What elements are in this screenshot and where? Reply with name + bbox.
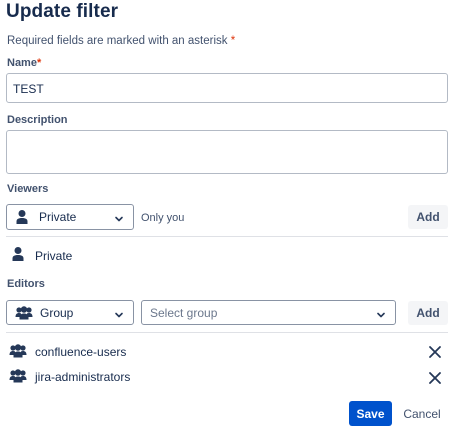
chevron-down-icon	[376, 309, 386, 323]
add-editor-button[interactable]: Add	[408, 301, 448, 325]
editors-type-select[interactable]: Group	[6, 300, 134, 325]
chevron-down-icon	[114, 309, 124, 323]
required-star: *	[230, 35, 236, 47]
name-field[interactable]: TEST	[6, 73, 448, 103]
name-required-star: *	[36, 57, 42, 69]
close-icon[interactable]	[428, 345, 442, 359]
close-icon[interactable]	[428, 371, 442, 385]
viewers-select-value: Private	[39, 210, 77, 224]
viewers-divider	[6, 236, 448, 237]
select-group-dropdown[interactable]: Select group	[141, 300, 396, 325]
editors-label: Editors	[7, 278, 45, 290]
person-icon	[15, 209, 29, 225]
name-field-value: TEST	[13, 82, 44, 96]
required-note-text: Required fields are marked with an aster…	[7, 35, 228, 47]
editors-type-value: Group	[40, 305, 74, 320]
editor-item-confluence-users: confluence-users	[35, 345, 127, 359]
chevron-down-icon	[114, 213, 124, 227]
select-group-placeholder: Select group	[150, 305, 218, 320]
required-fields-note: Required fields are marked with an aster…	[7, 35, 235, 47]
viewers-hint: Only you	[141, 212, 185, 224]
editors-divider	[6, 332, 448, 333]
page-title: Update filter	[6, 1, 119, 22]
viewer-item-private: Private	[35, 249, 73, 263]
editor-item-jira-administrators: jira-administrators	[35, 370, 131, 384]
add-viewer-button[interactable]: Add	[408, 205, 448, 229]
group-icon	[9, 369, 27, 383]
description-label: Description	[7, 114, 68, 126]
description-field-value	[7, 131, 447, 139]
name-label: Name*	[7, 57, 41, 69]
viewers-label: Viewers	[7, 183, 49, 195]
group-icon	[9, 344, 27, 358]
save-button[interactable]: Save	[349, 401, 392, 426]
description-field[interactable]	[6, 130, 448, 174]
cancel-button[interactable]: Cancel	[400, 401, 444, 426]
person-icon	[11, 246, 25, 262]
name-label-text: Name	[7, 57, 37, 69]
viewers-select[interactable]: Private	[6, 204, 134, 230]
group-icon	[15, 305, 33, 320]
